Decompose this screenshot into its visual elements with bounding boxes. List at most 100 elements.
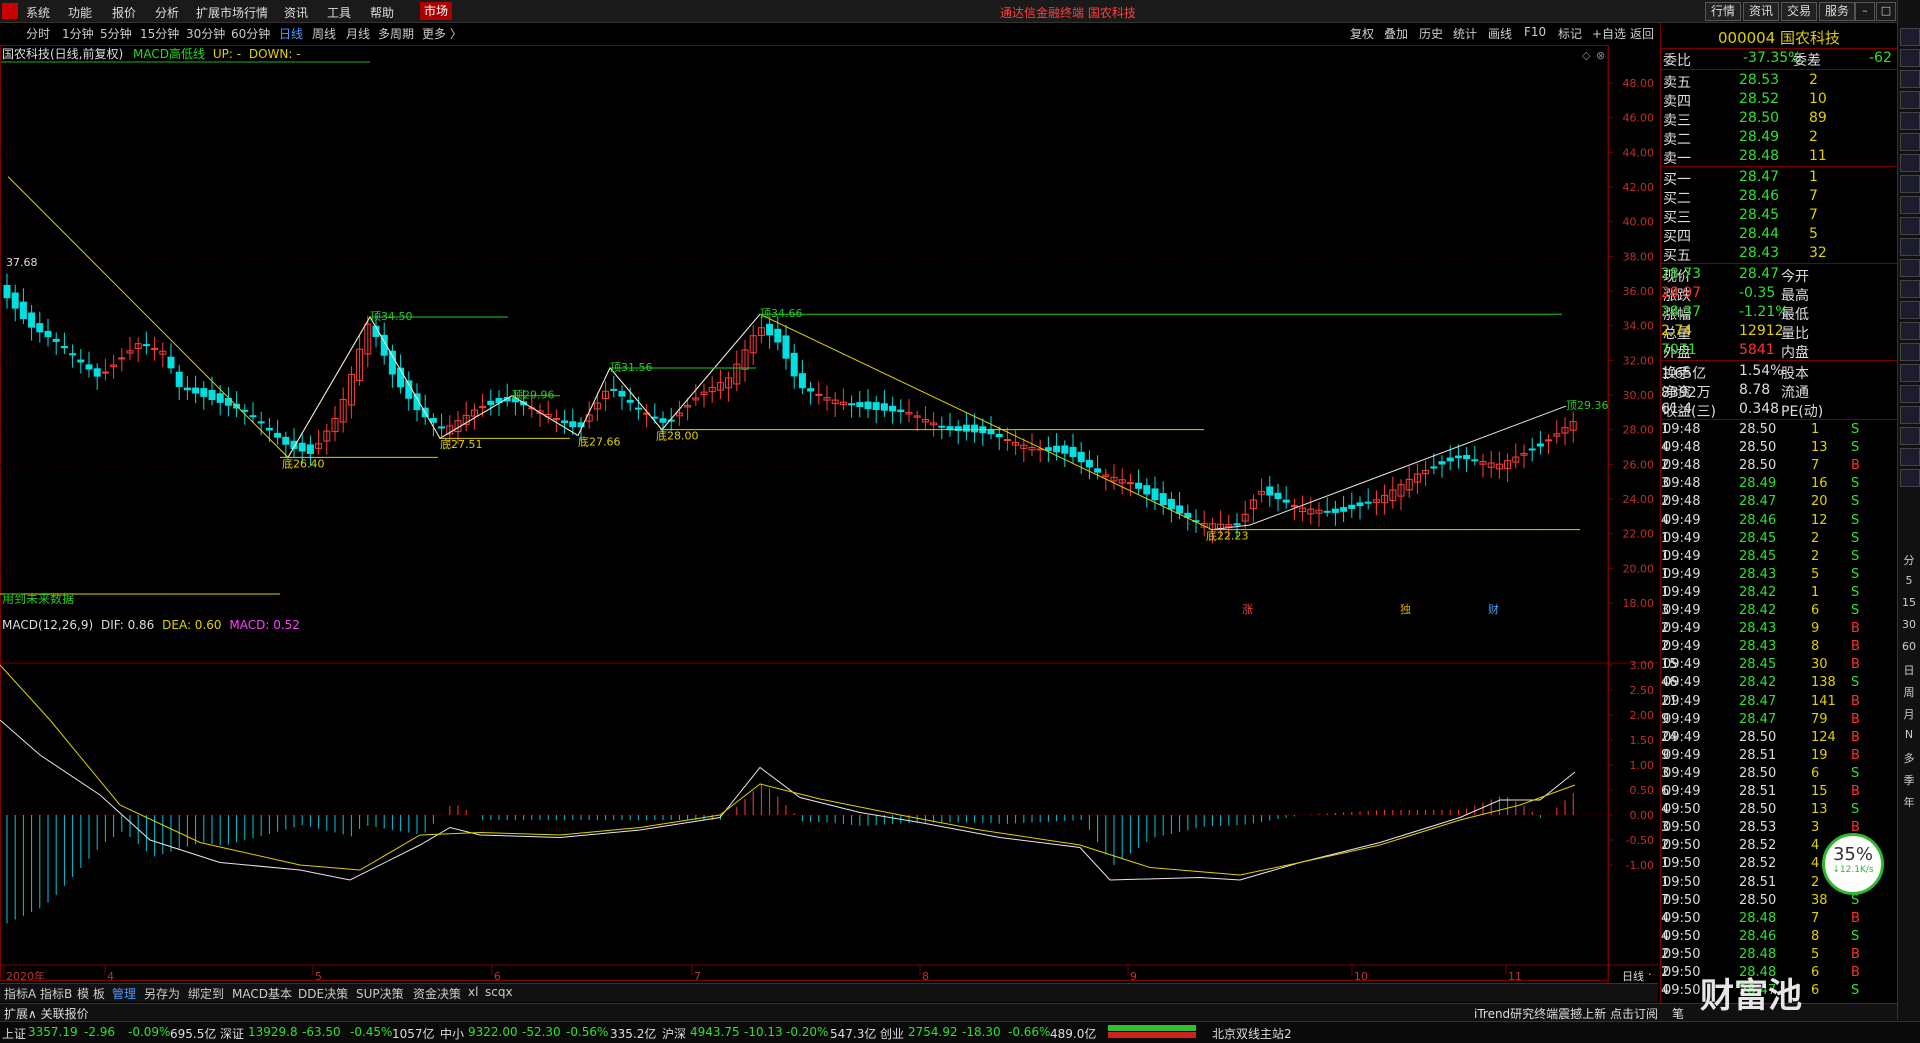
index-sz-name[interactable]: 深证 <box>220 1025 244 1042</box>
maximize-icon[interactable]: □ <box>1876 2 1896 21</box>
sidebar-period-2[interactable]: 15 <box>1900 596 1918 612</box>
sidebar-period-5[interactable]: 日 <box>1900 662 1918 678</box>
toolbar-overlay[interactable]: 叠加 <box>1384 25 1408 42</box>
sell-label: 卖二 <box>1663 132 1691 148</box>
top-btn-quotes[interactable]: 行情 <box>1705 2 1742 21</box>
first-icon[interactable] <box>1900 70 1920 88</box>
period-tab-weekly[interactable]: 周线 <box>312 25 336 42</box>
period-indicator[interactable]: 日线 <box>1622 968 1644 984</box>
period-tab-30min[interactable]: 30分钟 <box>186 25 225 42</box>
sidebar-period-0[interactable]: 分 <box>1900 552 1918 568</box>
sidebar-period-1[interactable]: 5 <box>1900 574 1918 590</box>
period-tab-60min[interactable]: 60分钟 <box>231 25 270 42</box>
menu-function[interactable]: 功能 <box>68 4 92 21</box>
index-cy-name[interactable]: 创业 <box>880 1025 904 1042</box>
sidebar-period-10[interactable]: 季 <box>1900 772 1918 788</box>
candle-body <box>1044 447 1052 451</box>
pie-icon[interactable] <box>1900 280 1920 298</box>
info-icon[interactable] <box>1900 385 1920 403</box>
period-tab-15min[interactable]: 15分钟 <box>140 25 179 42</box>
menu-quote[interactable]: 报价 <box>112 4 136 21</box>
rsi-icon[interactable] <box>1900 448 1920 466</box>
tab-sup[interactable]: SUP决策 <box>356 985 404 1002</box>
period-tab-1min[interactable]: 1分钟 <box>62 25 94 42</box>
news-icon[interactable] <box>1900 406 1920 424</box>
menu-help[interactable]: 帮助 <box>370 4 394 21</box>
candle-body <box>1274 492 1282 500</box>
toolbar-back[interactable]: 返回 <box>1630 25 1654 42</box>
index-zx-name[interactable]: 中小 <box>440 1025 464 1042</box>
tab-indicator-b[interactable]: 指标B <box>40 985 72 1002</box>
minimize-icon[interactable]: – <box>1855 2 1875 21</box>
extension-toggle[interactable]: 扩展∧ 关联报价 <box>4 1005 89 1022</box>
up-arrow-icon[interactable] <box>1900 28 1920 46</box>
sidebar-period-3[interactable]: 30 <box>1900 618 1918 634</box>
network-speed-gauge[interactable]: 35% ↓12.1K/s <box>1822 833 1884 895</box>
sidebar-period-6[interactable]: 周 <box>1900 684 1918 700</box>
tab-bi[interactable]: 笔 <box>1672 1005 1684 1022</box>
top-btn-trade[interactable]: 交易 <box>1781 2 1818 21</box>
zoom-out-icon[interactable] <box>1900 133 1920 151</box>
index-hs-name[interactable]: 沪深 <box>662 1025 686 1042</box>
top-btn-news[interactable]: 资讯 <box>1743 2 1780 21</box>
buy-label: 买一 <box>1663 172 1691 188</box>
tab-template[interactable]: 模 板 <box>77 985 105 1002</box>
period-tab-more[interactable]: 更多 〉 <box>422 25 462 42</box>
menu-news[interactable]: 资讯 <box>284 4 308 21</box>
period-tab-intraday[interactable]: 分时 <box>26 25 50 42</box>
menu-system[interactable]: 系统 <box>26 4 50 21</box>
tab-fund[interactable]: 资金决策 <box>413 985 461 1002</box>
f10-icon[interactable] <box>1900 154 1920 172</box>
toolbar-stats[interactable]: 统计 <box>1453 25 1477 42</box>
tab-xl[interactable]: xl <box>468 985 478 999</box>
tab-scqx[interactable]: scqx <box>485 985 513 999</box>
sidebar-period-9[interactable]: 多 <box>1900 750 1918 766</box>
bar-chart-icon[interactable] <box>1900 196 1920 214</box>
book-icon[interactable] <box>1900 259 1920 277</box>
toolbar-add-watchlist[interactable]: +自选 <box>1592 25 1626 42</box>
kline-chart[interactable]: 48.0046.0044.0042.0040.0038.0036.0034.00… <box>0 45 1658 983</box>
menu-tools[interactable]: 工具 <box>327 4 351 21</box>
tab-indicator-a[interactable]: 指标A <box>4 985 36 1002</box>
ad-banner[interactable]: iTrend研究终端震撼上新 点击订阅 <box>1474 1005 1658 1022</box>
menu-analysis[interactable]: 分析 <box>155 4 179 21</box>
sidebar-period-4[interactable]: 60 <box>1900 640 1918 656</box>
index-sz-pct: -0.45% <box>350 1025 393 1039</box>
toolbar-adjust[interactable]: 复权 <box>1350 25 1374 42</box>
index-sh-name[interactable]: 上证 <box>2 1025 26 1042</box>
period-tab-5min[interactable]: 5分钟 <box>100 25 132 42</box>
sidebar-period-7[interactable]: 月 <box>1900 706 1918 722</box>
server-name[interactable]: 北京双线主站2 <box>1212 1025 1292 1042</box>
chart-icon[interactable] <box>1900 238 1920 256</box>
table-icon[interactable] <box>1900 322 1920 340</box>
period-tab-daily[interactable]: 日线 <box>279 25 303 42</box>
buy-level: 买三 28.45 7 <box>1661 207 1897 226</box>
menu-extended-market[interactable]: 扩展市场行情 <box>196 4 268 21</box>
period-tab-monthly[interactable]: 月线 <box>346 25 370 42</box>
tab-macd-basic[interactable]: MACD基本 <box>232 985 292 1002</box>
tab-manage[interactable]: 管理 <box>112 985 136 1002</box>
period-tab-multi[interactable]: 多周期 <box>378 25 414 42</box>
down-arrow-icon[interactable] <box>1900 49 1920 67</box>
calc-icon[interactable] <box>1900 364 1920 382</box>
toolbar-history[interactable]: 历史 <box>1419 25 1443 42</box>
sidebar-period-11[interactable]: 年 <box>1900 794 1918 810</box>
list-icon[interactable] <box>1900 175 1920 193</box>
last-icon[interactable] <box>1900 91 1920 109</box>
tab-save-as[interactable]: 另存为 <box>144 985 180 1002</box>
toolbar-draw[interactable]: 画线 <box>1488 25 1512 42</box>
star-icon[interactable] <box>1900 427 1920 445</box>
pen-icon[interactable] <box>1900 469 1920 487</box>
toolbar-mark[interactable]: 标记 <box>1558 25 1582 42</box>
tab-bind-to[interactable]: 绑定到 <box>188 985 224 1002</box>
sidebar-period-8[interactable]: N <box>1900 728 1918 744</box>
grid-icon[interactable] <box>1900 343 1920 361</box>
top-btn-service[interactable]: 服务 <box>1819 2 1856 21</box>
tab-dde[interactable]: DDE决策 <box>298 985 348 1002</box>
alarm-icon[interactable] <box>1900 301 1920 319</box>
toolbar-f10[interactable]: F10 <box>1524 25 1546 39</box>
menu-market[interactable]: 市场 <box>420 2 453 20</box>
zoom-in-icon[interactable] <box>1900 112 1920 130</box>
chart-dot-button[interactable]: · <box>1648 968 1652 981</box>
rise-icon[interactable] <box>1900 217 1920 235</box>
